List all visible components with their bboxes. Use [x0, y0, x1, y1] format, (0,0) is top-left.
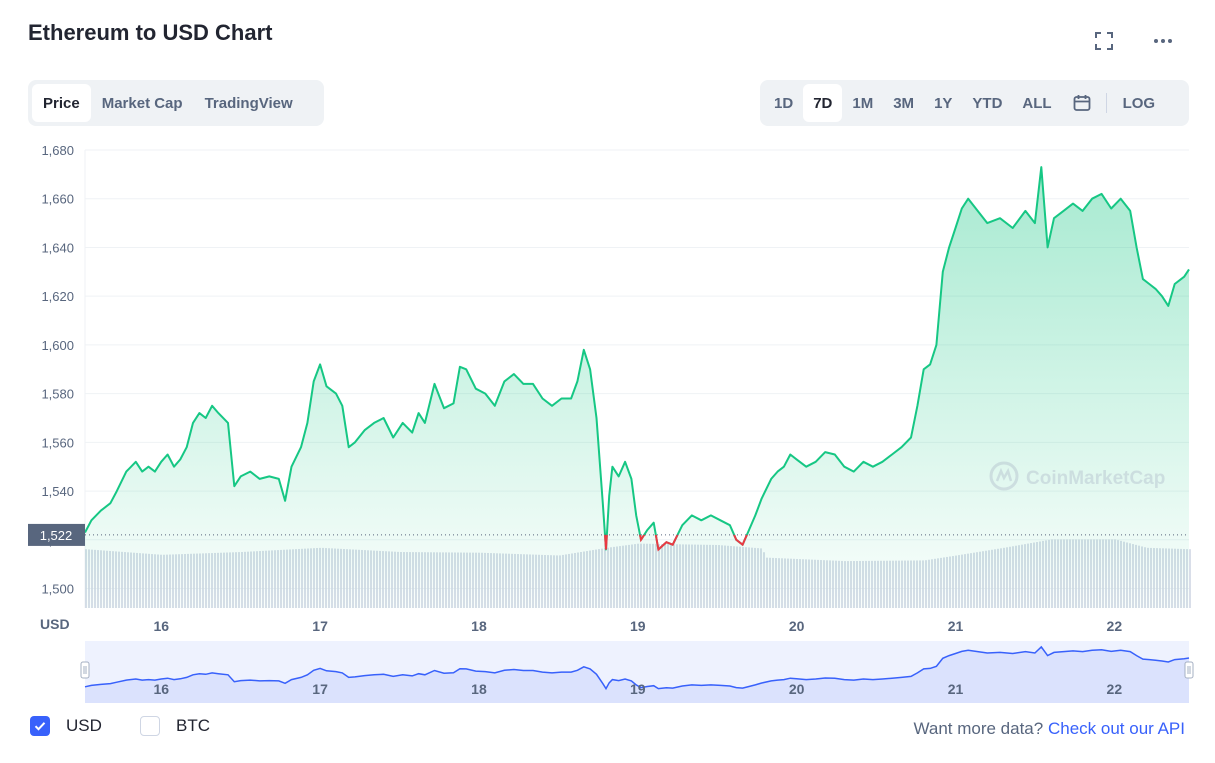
- x-tick-label: 16: [153, 618, 169, 634]
- y-tick-label: 1,640: [41, 240, 74, 255]
- log-toggle[interactable]: LOG: [1113, 84, 1166, 122]
- y-tick-label: 1,680: [41, 143, 74, 158]
- currency-usd-toggle[interactable]: USD: [30, 716, 102, 736]
- tab-price[interactable]: Price: [32, 84, 91, 122]
- navigator-tick-label: 19: [630, 681, 646, 697]
- navigator-handle-left[interactable]: [80, 661, 90, 679]
- range-1d[interactable]: 1D: [764, 84, 803, 122]
- navigator-tick-label: 17: [312, 681, 328, 697]
- y-tick-label: 1,580: [41, 387, 74, 402]
- range-3m[interactable]: 3M: [883, 84, 924, 122]
- range-7d[interactable]: 7D: [803, 84, 843, 122]
- x-tick-label: 20: [789, 618, 805, 634]
- y-tick-label: 1,600: [41, 338, 74, 353]
- y-tick-label: 1,620: [41, 289, 74, 304]
- watermark-text: CoinMarketCap: [1026, 468, 1165, 489]
- navigator-tick-label: 21: [948, 681, 964, 697]
- navigator-handle-right[interactable]: [1184, 661, 1194, 679]
- api-link[interactable]: Check out our API: [1048, 719, 1185, 738]
- currency-usd-label: USD: [66, 716, 102, 735]
- chart-type-tabs: Price Market Cap TradingView: [28, 80, 324, 126]
- page-title: Ethereum to USD Chart: [28, 20, 273, 45]
- range-1y[interactable]: 1Y: [924, 84, 962, 122]
- y-tick-label: 1,500: [41, 582, 74, 597]
- x-tick-label: 21: [948, 618, 964, 634]
- range-navigator[interactable]: 16 17 18 19 20 21 22: [0, 636, 1215, 706]
- navigator-tick-label: 20: [789, 681, 805, 697]
- price-area: [85, 167, 1189, 608]
- reference-label: 1,522: [40, 528, 73, 543]
- x-tick-label: 17: [312, 618, 328, 634]
- more-data-prompt: Want more data?: [913, 719, 1044, 738]
- more-icon[interactable]: [1148, 26, 1178, 56]
- navigator-tick-label: 22: [1107, 681, 1123, 697]
- x-tick-label: 18: [471, 618, 487, 634]
- tab-tradingview[interactable]: TradingView: [194, 84, 304, 122]
- y-tick-label: 1,660: [41, 192, 74, 207]
- range-ytd[interactable]: YTD: [962, 84, 1012, 122]
- calendar-icon[interactable]: [1062, 84, 1102, 122]
- y-tick-label: 1,560: [41, 435, 74, 450]
- volume-bar: [1189, 549, 1191, 608]
- currency-btc-toggle[interactable]: BTC: [140, 716, 210, 736]
- range-selector: 1D 7D 1M 3M 1Y YTD ALL LOG: [760, 80, 1189, 126]
- range-1m[interactable]: 1M: [842, 84, 883, 122]
- price-chart[interactable]: 1,5001,5201,5401,5601,5801,6001,6201,640…: [0, 130, 1215, 635]
- x-tick-label: 19: [630, 618, 646, 634]
- x-tick-label: 22: [1107, 618, 1123, 634]
- range-all[interactable]: ALL: [1012, 84, 1061, 122]
- y-tick-label: 1,540: [41, 484, 74, 499]
- checkbox-unchecked-icon[interactable]: [140, 716, 160, 736]
- more-data-text: Want more data? Check out our API: [913, 719, 1185, 739]
- navigator-tick-label: 18: [471, 681, 487, 697]
- range-divider: [1105, 93, 1107, 113]
- currency-btc-label: BTC: [176, 716, 210, 735]
- fullscreen-icon[interactable]: [1089, 26, 1119, 56]
- navigator-tick-label: 16: [153, 681, 169, 697]
- y-axis-unit-label: USD: [40, 616, 70, 632]
- tab-market-cap[interactable]: Market Cap: [91, 84, 194, 122]
- checkbox-checked-icon[interactable]: [30, 716, 50, 736]
